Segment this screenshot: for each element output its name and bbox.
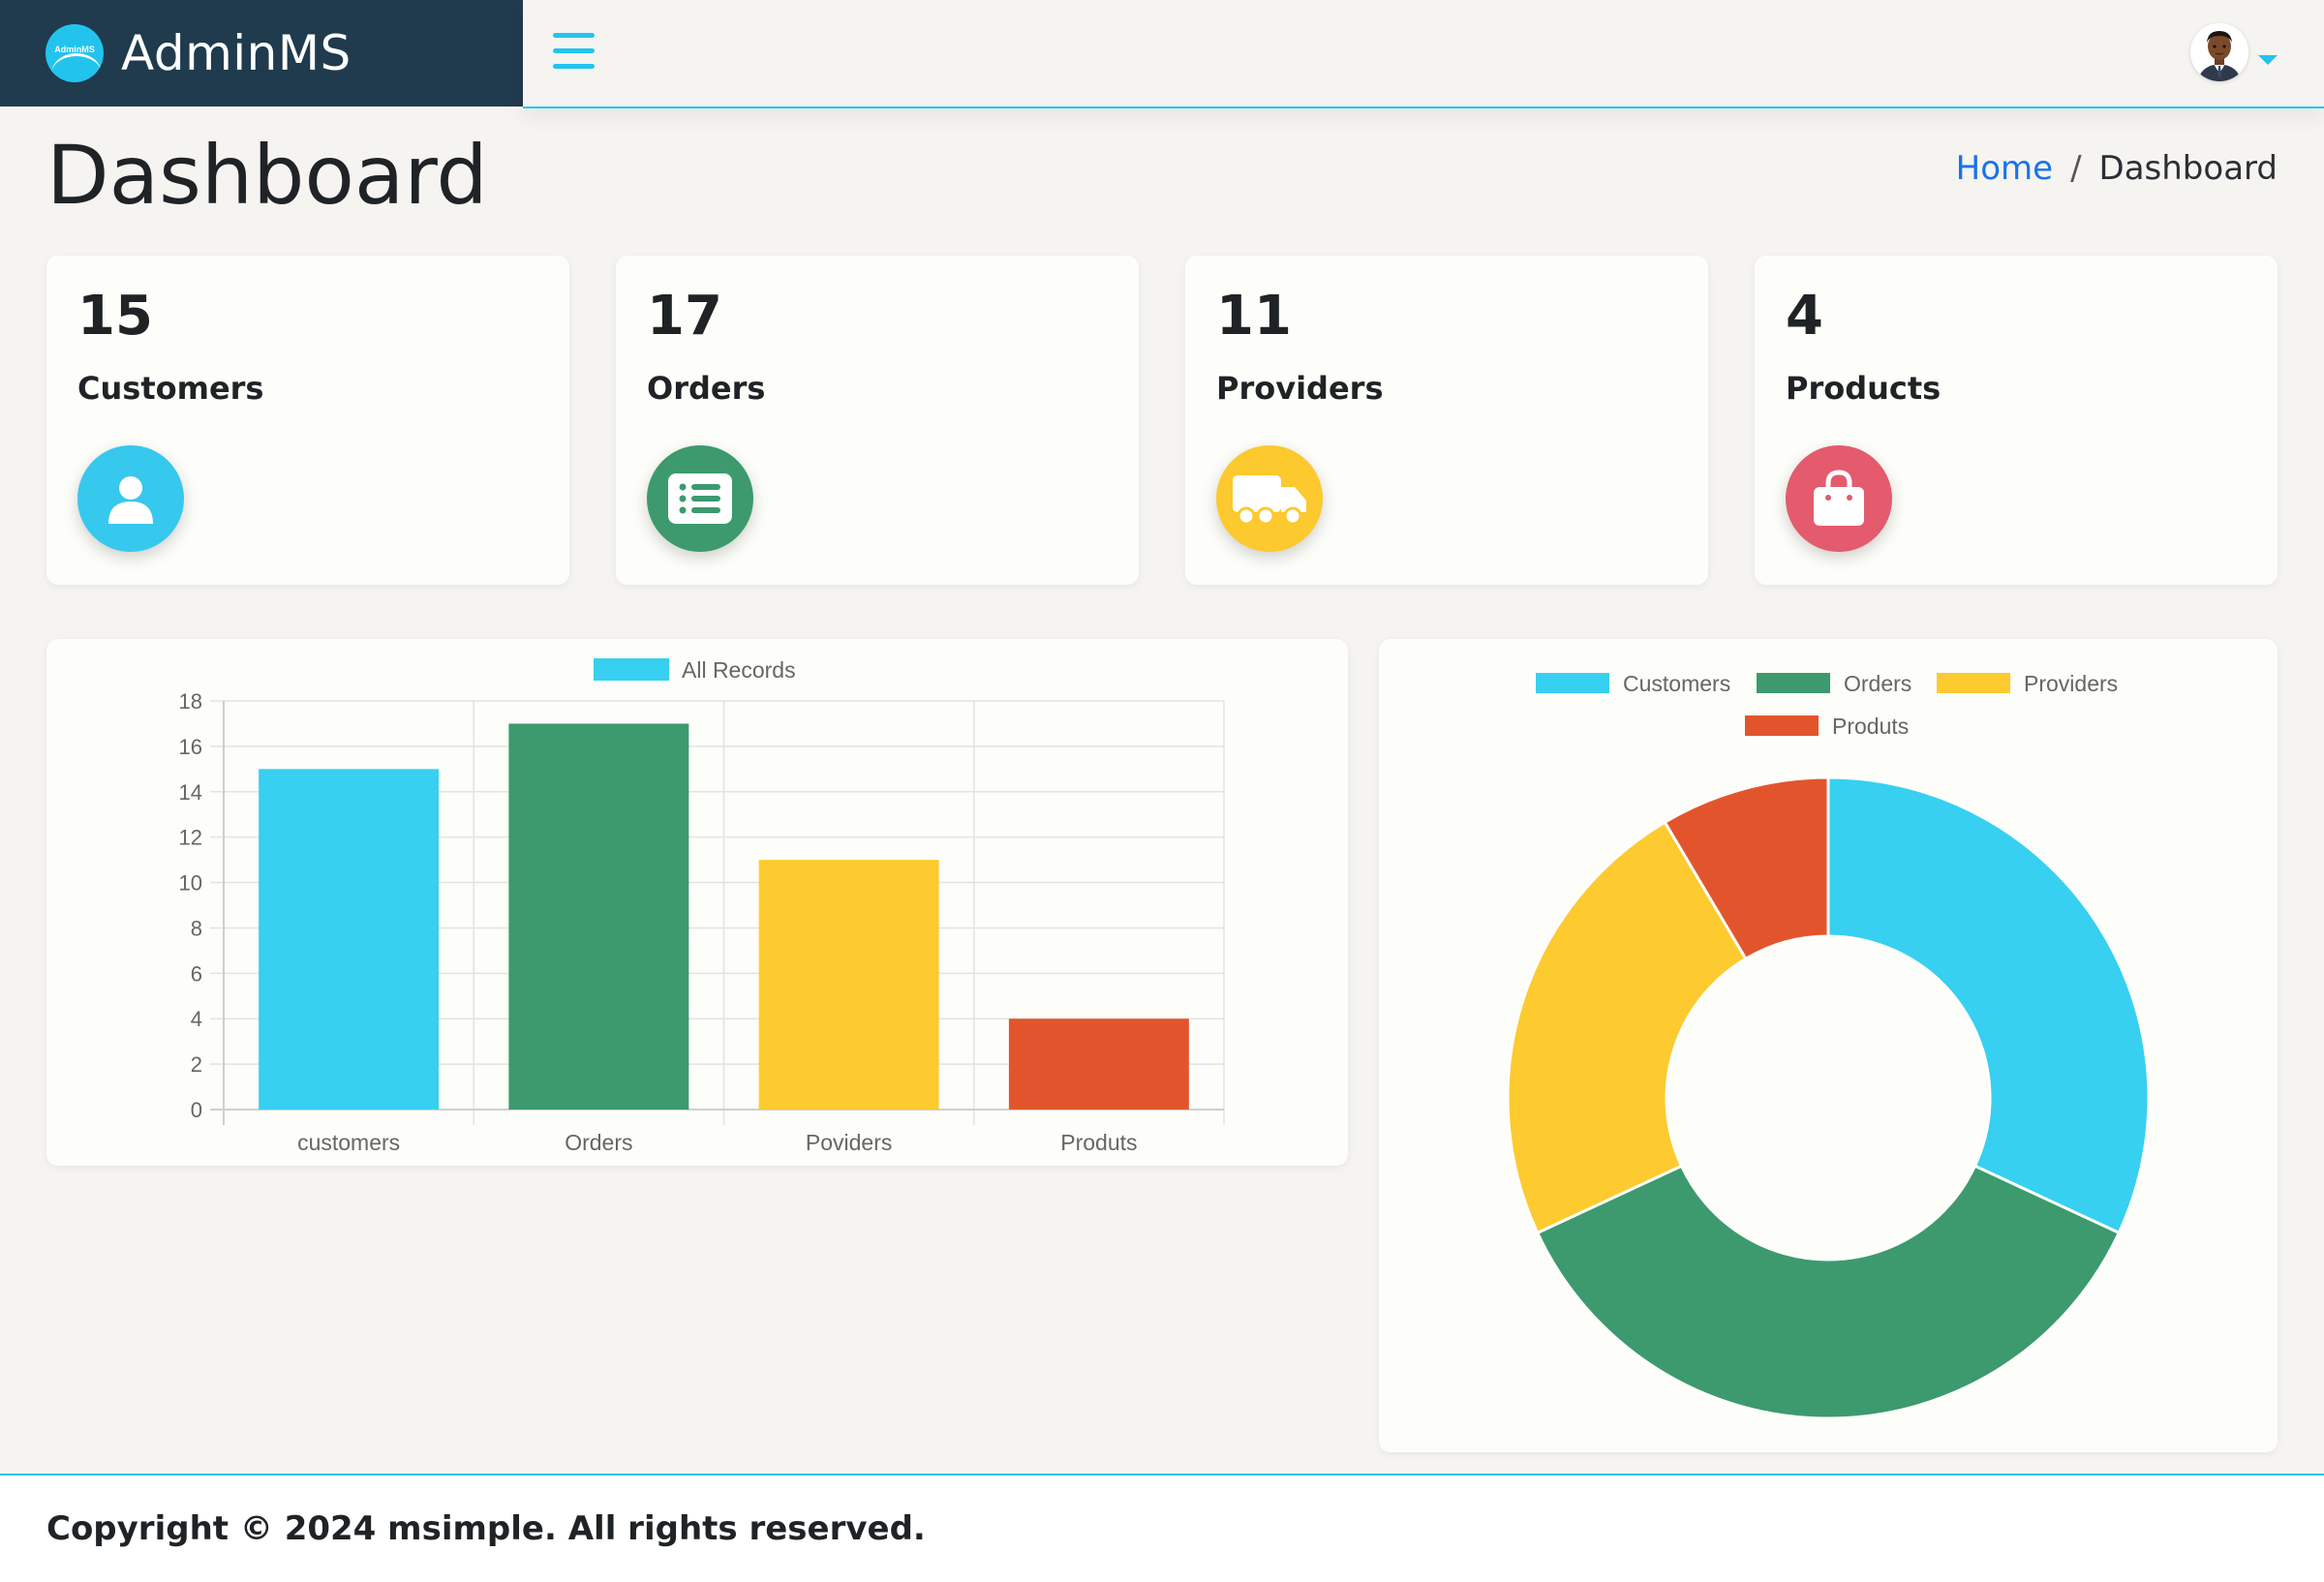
list-icon bbox=[647, 445, 753, 552]
brand-header: AdminMS AdminMS bbox=[0, 0, 523, 106]
bar-chart: 0 2 4 6 8 10 12 14 16 18 customers Orders Poviders Pr… bbox=[179, 657, 1225, 1155]
page-title: Dashboard bbox=[46, 128, 488, 223]
user-avatar[interactable] bbox=[2190, 23, 2248, 81]
bar-chart-panel: 0 2 4 6 8 10 12 14 16 18 customers Orders Poviders Pr… bbox=[46, 639, 1348, 1166]
chart-legend: Customers Orders Providers Produts bbox=[1536, 671, 2118, 739]
bar-produts bbox=[1008, 1019, 1189, 1110]
x-tick-label: Produts bbox=[1060, 1130, 1137, 1155]
chart-legend: All Records bbox=[594, 657, 796, 683]
caret-down-icon[interactable] bbox=[2258, 55, 2278, 65]
y-tick-label: 10 bbox=[179, 871, 202, 896]
slice-orders bbox=[1535, 1164, 2122, 1420]
legend-label: Providers bbox=[2024, 671, 2118, 696]
x-tick-label: Poviders bbox=[806, 1130, 892, 1155]
y-tick-label: 0 bbox=[191, 1098, 202, 1122]
x-tick-label: Orders bbox=[565, 1130, 632, 1155]
y-tick-label: 14 bbox=[179, 780, 202, 805]
brand-name[interactable]: AdminMS bbox=[121, 25, 352, 81]
footer: Copyright © 2024 msimple. All rights res… bbox=[0, 1474, 2324, 1582]
bar-orders bbox=[508, 723, 689, 1110]
stat-label: Products bbox=[1786, 370, 1942, 407]
stat-card-products[interactable]: 4 Products bbox=[1755, 256, 2278, 585]
legend-swatch bbox=[1757, 673, 1830, 693]
slice-customers bbox=[1826, 776, 2151, 1235]
brand-logo[interactable]: AdminMS bbox=[46, 24, 104, 82]
stat-count: 11 bbox=[1216, 285, 1292, 348]
logo-swoosh-icon bbox=[51, 53, 102, 82]
legend-swatch bbox=[1937, 673, 2010, 693]
legend-label: All Records bbox=[682, 657, 796, 683]
stat-count: 4 bbox=[1786, 285, 1823, 348]
user-icon bbox=[77, 445, 184, 552]
y-tick-label: 12 bbox=[179, 826, 202, 850]
stat-label: Customers bbox=[77, 370, 264, 407]
legend-label: Orders bbox=[1844, 671, 1911, 696]
stat-label: Orders bbox=[647, 370, 766, 407]
truck-icon bbox=[1216, 445, 1323, 552]
y-tick-label: 18 bbox=[179, 689, 202, 714]
stat-count: 17 bbox=[647, 285, 722, 348]
footer-copyright: Copyright © 2024 msimple. All rights res… bbox=[46, 1509, 926, 1548]
y-tick-label: 2 bbox=[191, 1052, 202, 1077]
breadcrumb: Home / Dashboard bbox=[1956, 149, 2278, 188]
hamburger-menu-icon[interactable] bbox=[553, 33, 595, 70]
breadcrumb-current: Dashboard bbox=[2098, 149, 2278, 188]
y-tick-label: 6 bbox=[191, 961, 202, 986]
legend-label: Produts bbox=[1832, 714, 1909, 739]
breadcrumb-separator: / bbox=[2070, 149, 2082, 188]
doughnut-chart: Customers Orders Providers Produts bbox=[1506, 671, 2151, 1420]
top-navbar bbox=[523, 0, 2324, 108]
x-tick-label: customers bbox=[297, 1130, 400, 1155]
stat-count: 15 bbox=[77, 285, 153, 348]
legend-swatch bbox=[594, 658, 669, 681]
doughnut-chart-panel: Customers Orders Providers Produts bbox=[1379, 639, 2278, 1452]
bar-poviders bbox=[758, 860, 939, 1110]
shopping-bag-icon bbox=[1786, 445, 1892, 552]
y-tick-label: 16 bbox=[179, 735, 202, 759]
y-tick-label: 8 bbox=[191, 916, 202, 940]
stat-label: Providers bbox=[1216, 370, 1384, 407]
person-portrait-icon bbox=[2190, 23, 2248, 81]
stat-card-orders[interactable]: 17 Orders bbox=[616, 256, 1139, 585]
breadcrumb-home-link[interactable]: Home bbox=[1956, 149, 2053, 188]
legend-swatch bbox=[1745, 715, 1819, 736]
stat-card-customers[interactable]: 15 Customers bbox=[46, 256, 569, 585]
legend-swatch bbox=[1536, 673, 1609, 693]
legend-label: Customers bbox=[1623, 671, 1730, 696]
bar-customers bbox=[259, 769, 440, 1110]
stat-card-providers[interactable]: 11 Providers bbox=[1185, 256, 1708, 585]
y-tick-label: 4 bbox=[191, 1007, 202, 1031]
